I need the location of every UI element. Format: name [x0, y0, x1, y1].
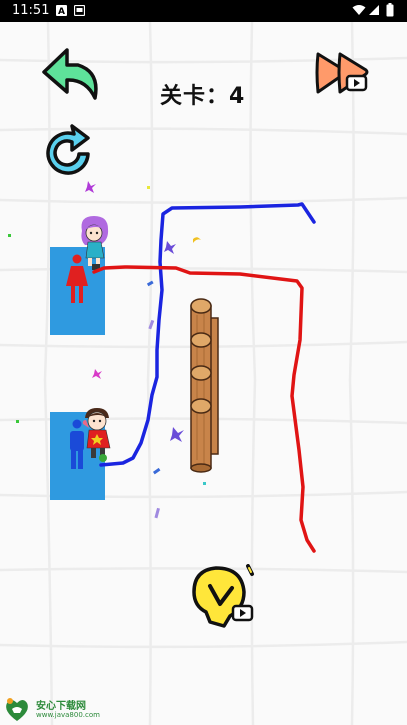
- status-time: 11:51: [12, 3, 50, 18]
- notification-card-icon: [74, 5, 85, 16]
- notification-a-icon: A: [56, 5, 67, 16]
- battery-icon: [386, 3, 394, 17]
- watermark-url: www.java800.com: [36, 711, 100, 719]
- back-arrow-icon[interactable]: [40, 46, 102, 102]
- svg-text:A: A: [58, 7, 65, 16]
- fast-forward-video-icon[interactable]: [314, 50, 370, 96]
- level-label: 关卡：4: [160, 84, 246, 109]
- watermark-logo-icon: [6, 698, 28, 721]
- restart-icon[interactable]: [44, 124, 96, 182]
- watermark-brand: 安心下载网: [36, 701, 86, 712]
- game-screen: 11:51 A 关卡：4 安心下载网 www.java800.com: [0, 0, 407, 725]
- signal-icon: [369, 5, 379, 15]
- lightbulb-video-icon[interactable]: [190, 564, 256, 632]
- wooden-log-fence: [190, 298, 219, 473]
- status-bar: 11:51 A: [0, 0, 407, 22]
- wifi-icon: [352, 5, 366, 15]
- watermark: 安心下载网 www.java800.com: [2, 694, 132, 724]
